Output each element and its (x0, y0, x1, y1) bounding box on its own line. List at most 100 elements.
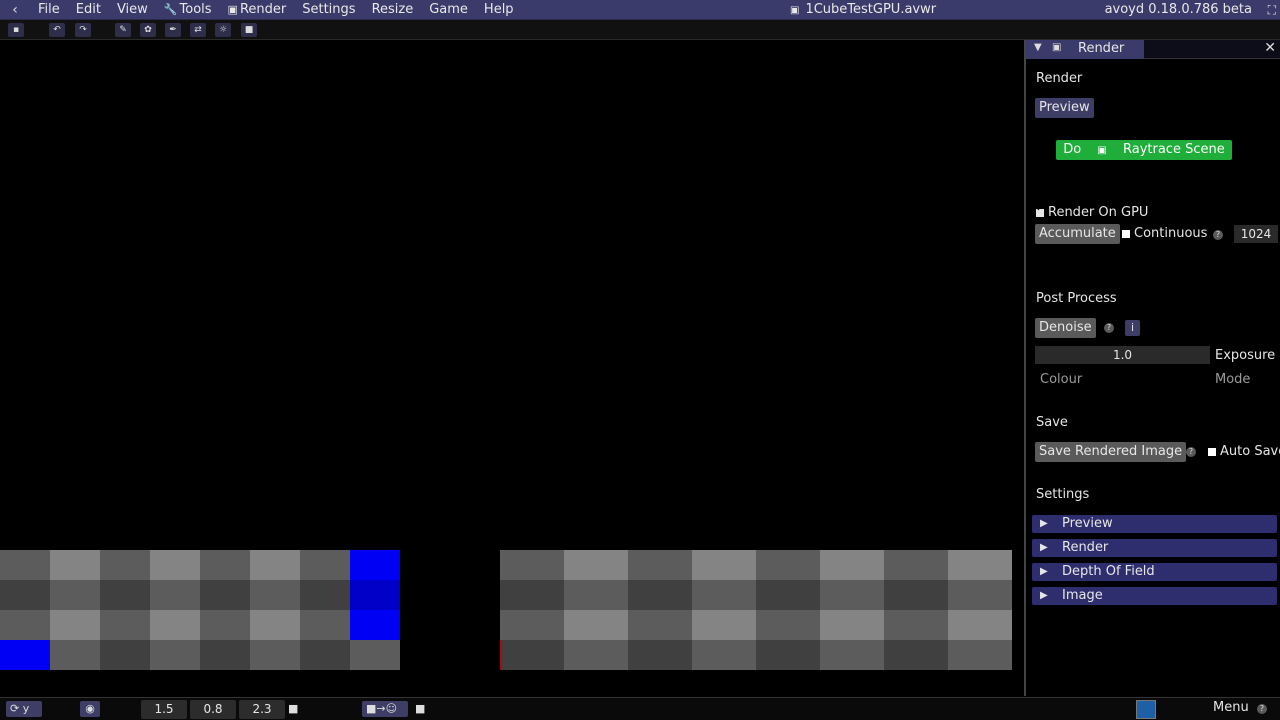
voxel-tile (948, 610, 1012, 640)
render-on-gpu-label: Render On GPU (1048, 205, 1149, 220)
preview-button[interactable]: Preview (1035, 98, 1094, 118)
info-button[interactable]: i (1125, 320, 1141, 336)
settings-item-label: Preview (1062, 516, 1113, 531)
settings-preview-header[interactable]: ▶ Preview (1032, 515, 1277, 533)
panel-tab-bar: ▼ ▣ Render ✕ (1026, 40, 1280, 59)
voxel-tile (884, 610, 948, 640)
voxel-tile (948, 580, 1012, 610)
menu-game[interactable]: Game (421, 0, 476, 20)
close-icon[interactable]: ✕ (1264, 40, 1276, 56)
colour-swatch[interactable] (1136, 700, 1156, 719)
voxel-tile (884, 640, 948, 670)
coord-z-field[interactable]: 2.3 (239, 700, 285, 719)
axis-label: y (22, 702, 30, 715)
settings-render-header[interactable]: ▶ Render (1032, 539, 1277, 557)
samples-field[interactable]: 1024 (1234, 225, 1278, 243)
scene-marker (500, 640, 502, 670)
camera-icon[interactable]: ■ (415, 702, 425, 715)
window-title: ▣ 1CubeTestGPU.avwr (790, 0, 936, 21)
voxel-tile (820, 610, 884, 640)
triangle-right-icon: ▶ (1040, 590, 1048, 601)
camera-icon[interactable]: ■ (288, 702, 298, 715)
menu-render[interactable]: ▣ Render (220, 0, 295, 20)
refresh-icon: ⟳ (10, 702, 20, 715)
raytrace-scene-button[interactable]: Do ▣ Raytrace Scene (1056, 140, 1232, 160)
help-icon[interactable]: ? (1186, 447, 1196, 457)
auto-save-label: Auto Save (1220, 444, 1280, 459)
menu-settings[interactable]: Settings (294, 0, 363, 20)
voxel-tile (100, 640, 150, 670)
menu-help[interactable]: Help (476, 0, 522, 20)
save-rendered-image-button[interactable]: Save Rendered Image (1035, 442, 1187, 462)
voxel-tile (150, 640, 200, 670)
settings-depth-of-field-header[interactable]: ▶ Depth Of Field (1032, 563, 1277, 581)
voxel-tile (350, 640, 400, 670)
menu-resize[interactable]: Resize (364, 0, 422, 20)
3d-viewport[interactable] (0, 41, 1024, 696)
render-on-gpu-checkbox[interactable] (1036, 204, 1044, 217)
axis-toggle-button[interactable]: ⟳ y (6, 701, 42, 717)
save-icon[interactable]: ▪ (8, 23, 24, 37)
voxel-tile (50, 550, 100, 580)
voxel-tile (500, 610, 564, 640)
voxel-tile (756, 550, 820, 580)
voxel-tile (628, 580, 692, 610)
settings-image-header[interactable]: ▶ Image (1032, 587, 1277, 605)
auto-save-checkbox[interactable] (1208, 448, 1216, 456)
voxel-tile (200, 580, 250, 610)
denoise-button[interactable]: Denoise (1035, 318, 1096, 338)
menu-button[interactable]: Menu (1213, 700, 1249, 715)
fullscreen-icon[interactable]: ⛶ (1268, 0, 1276, 20)
voxel-tile (300, 580, 350, 610)
settings-item-label: Depth Of Field (1062, 564, 1155, 579)
swap-icon[interactable]: ⇄ (190, 23, 206, 37)
menu-view[interactable]: View (109, 0, 156, 20)
continuous-checkbox[interactable] (1122, 230, 1130, 238)
voxel-tile (50, 640, 100, 670)
voxel-tile (820, 550, 884, 580)
voxel-tile (0, 610, 50, 640)
voxel-tile (150, 610, 200, 640)
help-icon[interactable]: ? (1104, 323, 1114, 333)
section-save: Save (1036, 415, 1068, 430)
voxel-tile (150, 580, 200, 610)
eyedropper-icon[interactable]: ✒ (165, 23, 181, 37)
coord-y-field[interactable]: 0.8 (190, 700, 236, 719)
accumulate-button[interactable]: Accumulate (1035, 224, 1120, 244)
voxel-tile (50, 580, 100, 610)
menu-edit[interactable]: Edit (68, 0, 109, 20)
menu-tools-label: Tools (179, 1, 212, 17)
wrench-icon: 🔧 (163, 2, 178, 16)
undo-icon[interactable]: ↶ (49, 23, 65, 37)
location-pin-icon[interactable]: ◉ (80, 701, 100, 717)
settings-item-label: Image (1062, 588, 1103, 603)
brush-icon[interactable]: ✿ (140, 23, 156, 37)
section-render: Render (1036, 71, 1083, 86)
voxel-tile (500, 640, 564, 670)
dropdown-arrow-icon[interactable]: ▼ (1034, 42, 1042, 53)
camera-icon[interactable]: ■ (241, 23, 257, 37)
back-chevron-icon[interactable]: ‹ (0, 2, 30, 18)
help-icon[interactable]: ? (1257, 704, 1267, 714)
pencil-icon[interactable]: ✎ (115, 23, 131, 37)
coord-x-field[interactable]: 1.5 (141, 700, 187, 719)
menu-tools[interactable]: 🔧 Tools (156, 0, 220, 20)
menu-file[interactable]: File (30, 0, 68, 20)
voxel-tile (100, 610, 150, 640)
exposure-field[interactable]: 1.0 (1035, 346, 1210, 364)
voxel-tile (300, 640, 350, 670)
exposure-label: Exposure (1215, 348, 1276, 363)
file-image-icon: ▣ (790, 5, 800, 16)
menu-bar: ‹ File Edit View 🔧 Tools ▣ Render Settings… (0, 0, 1280, 20)
voxel-tile (628, 550, 692, 580)
voxel-tile (692, 640, 756, 670)
redo-icon[interactable]: ↷ (75, 23, 91, 37)
toolbar: ▪ ↶ ↷ ✎ ✿ ✒ ⇄ ☼ ■ (0, 20, 1280, 40)
voxel-tile (100, 550, 150, 580)
voxel-tile (564, 610, 628, 640)
voxel-tile (0, 550, 50, 580)
sun-icon[interactable]: ☼ (215, 23, 231, 37)
voxel-tile (100, 580, 150, 610)
camera-to-player-button[interactable]: ■→☺ (362, 701, 408, 717)
help-icon[interactable]: ? (1213, 230, 1223, 240)
